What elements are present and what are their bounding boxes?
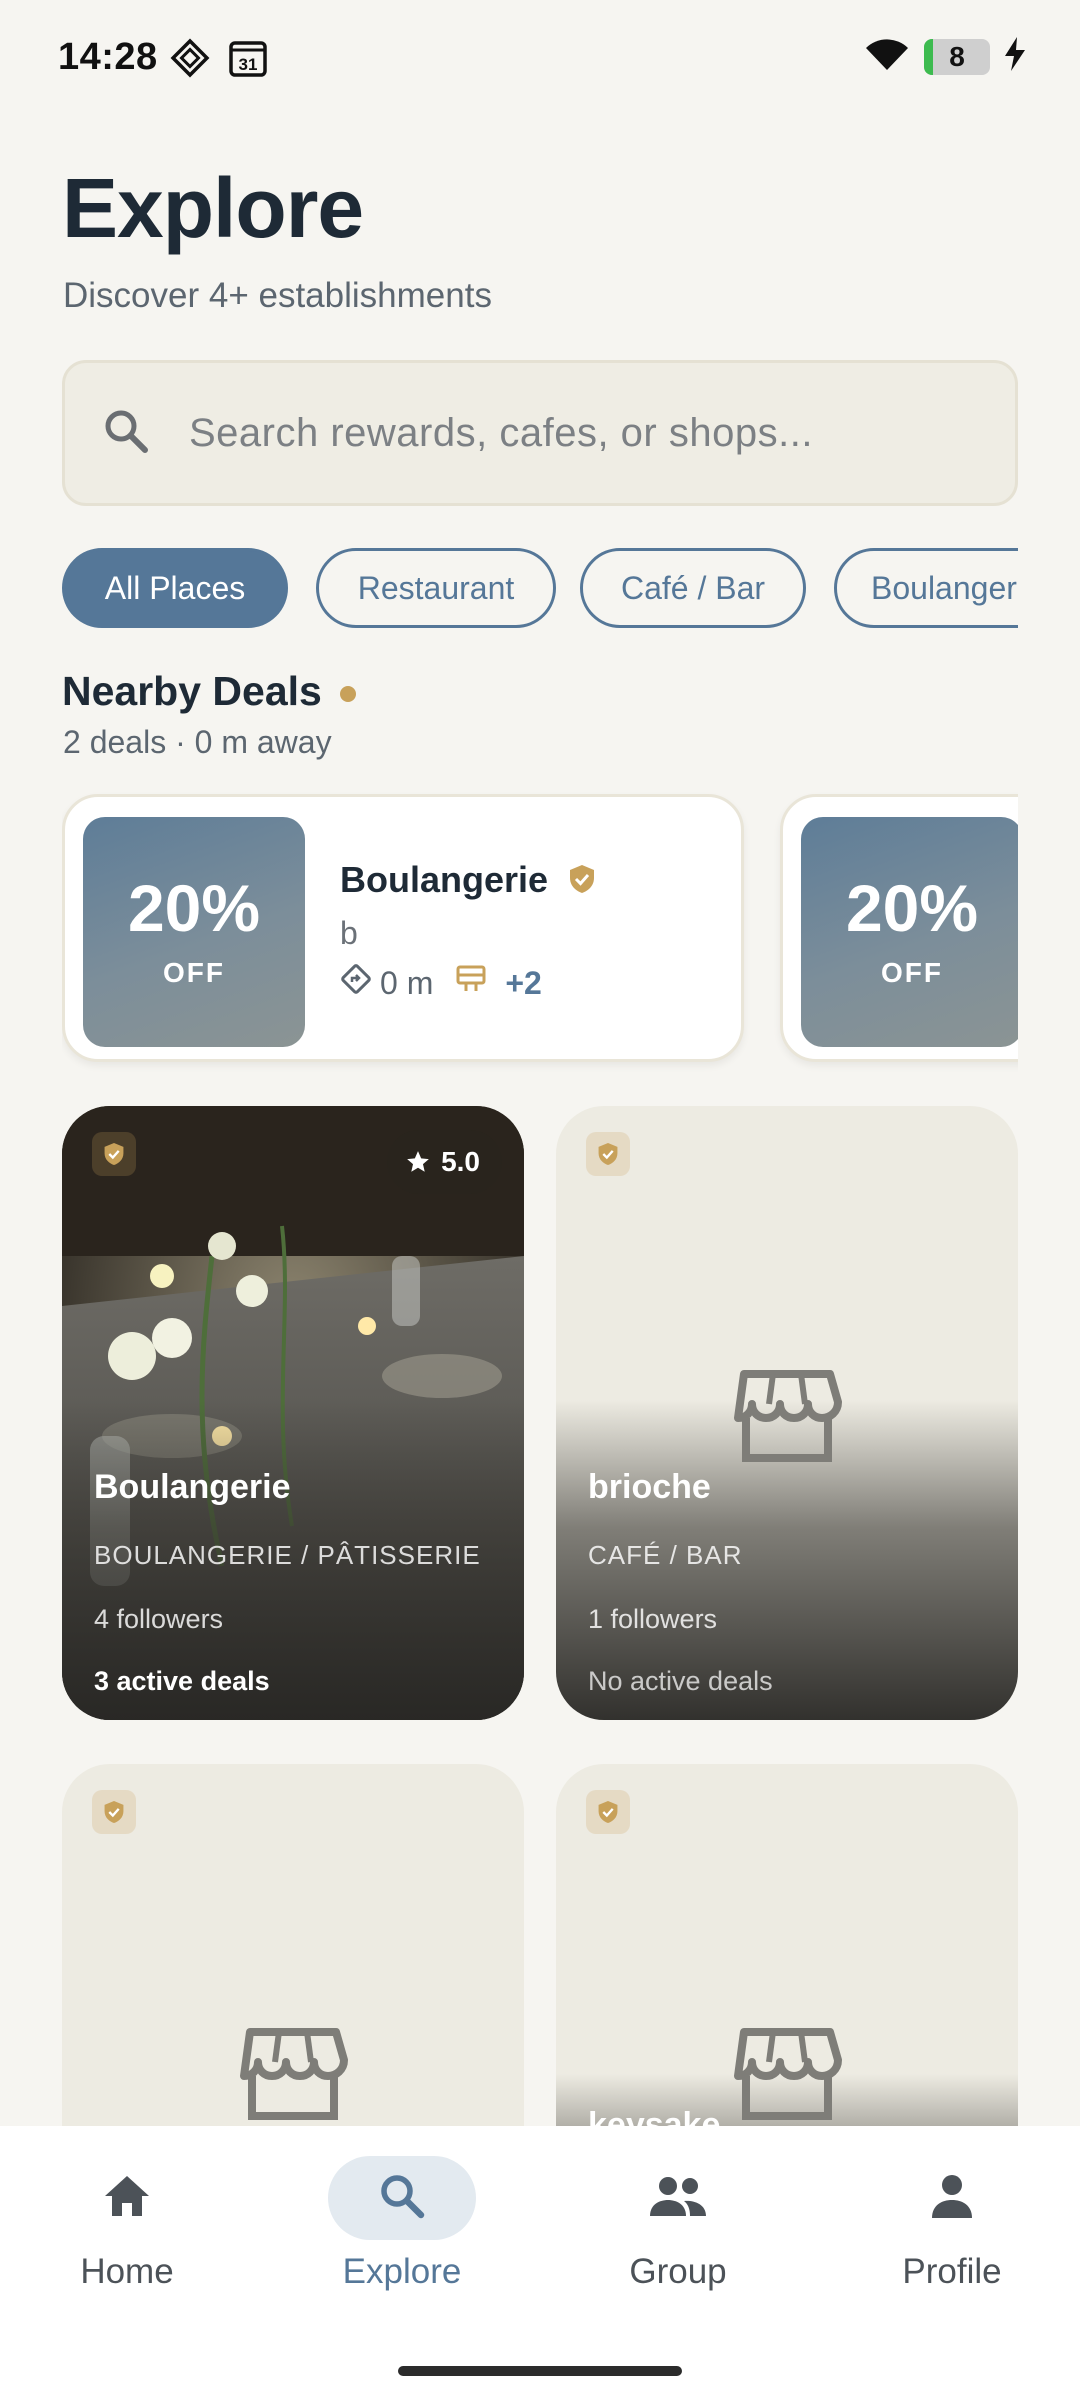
verified-icon — [586, 1132, 630, 1176]
verified-icon — [586, 1790, 630, 1834]
star-icon — [407, 1151, 429, 1172]
search-icon — [101, 406, 151, 461]
place-followers: 1 followers — [588, 1604, 718, 1634]
chip-all-places[interactable]: All Places — [62, 548, 288, 628]
calendar-day: 31 — [239, 55, 258, 74]
deal-card[interactable]: 20% OFF — [780, 794, 1018, 1062]
place-deals: 3 active deals — [94, 1666, 270, 1696]
bottom-navigation: Home Explore Group Profile — [0, 2126, 1080, 2400]
status-bar: 14:28 31 8 — [0, 0, 1080, 115]
calendar-icon: 31 — [228, 38, 268, 83]
place-card[interactable]: brioche CAFÉ / BAR 1 followers No active… — [556, 1106, 1018, 1720]
live-dot — [340, 686, 356, 702]
page-subtitle: Discover 4+ establishments — [63, 276, 492, 315]
search-input[interactable]: Search rewards, cafes, or shops... — [62, 360, 1018, 506]
place-card[interactable]: 5.0 Boulangerie BOULANGERIE / PÂTISSERIE… — [62, 1106, 524, 1720]
battery-indicator: 8 — [924, 38, 990, 75]
chip-cafe-bar[interactable]: Café / Bar — [580, 548, 806, 628]
nfc-icon — [170, 38, 210, 83]
nearby-deals-title: Nearby Deals — [62, 668, 322, 714]
status-time: 14:28 — [58, 36, 158, 78]
nav-home[interactable]: Home — [27, 2156, 227, 2292]
nav-profile[interactable]: Profile — [852, 2156, 1052, 2292]
search-placeholder: Search rewards, cafes, or shops... — [189, 410, 813, 455]
wifi-icon — [864, 36, 910, 77]
rating-badge: 5.0 — [387, 1130, 502, 1194]
store-icon — [732, 1366, 842, 1471]
page-title: Explore — [62, 161, 364, 255]
verified-icon — [92, 1132, 136, 1176]
store-icon — [238, 2024, 348, 2129]
verified-icon — [568, 861, 596, 903]
nav-label: Group — [629, 2252, 727, 2291]
discount-badge: 20% OFF — [83, 817, 305, 1047]
place-category: BOULANGERIE / PÂTISSERIE — [94, 1540, 481, 1570]
place-name: Boulangerie — [94, 1468, 291, 1506]
home-indicator[interactable] — [398, 2366, 682, 2376]
nearby-deals-carousel[interactable]: 20% OFF Boulangerie b 0 m +2 20% OFF — [62, 792, 1018, 1072]
deal-extra-count: +2 — [505, 964, 542, 1001]
nav-label: Profile — [902, 2252, 1002, 2291]
place-name: brioche — [588, 1468, 711, 1506]
place-followers: 4 followers — [94, 1604, 224, 1634]
home-icon — [101, 2172, 153, 2225]
search-icon — [377, 2171, 427, 2226]
verified-icon — [92, 1790, 136, 1834]
ticket-icon — [455, 963, 487, 1003]
group-icon — [646, 2174, 710, 2223]
nav-group[interactable]: Group — [578, 2156, 778, 2292]
store-icon — [732, 2024, 842, 2129]
deal-card[interactable]: 20% OFF Boulangerie b 0 m +2 — [62, 794, 744, 1062]
nav-label: Home — [80, 2252, 174, 2291]
place-category: CAFÉ / BAR — [588, 1540, 743, 1570]
deal-description: b — [340, 915, 358, 951]
place-deals: No active deals — [588, 1666, 773, 1696]
charging-icon — [1004, 37, 1026, 76]
nav-explore[interactable]: Explore — [302, 2156, 502, 2292]
chip-restaurant[interactable]: Restaurant — [316, 548, 556, 628]
deal-place-name: Boulangerie — [340, 859, 596, 903]
deal-distance: 0 m — [380, 964, 434, 1001]
discount-badge: 20% OFF — [801, 817, 1018, 1047]
chip-boulangerie[interactable]: Boulangerie — [834, 548, 1018, 628]
deal-meta: 0 m +2 — [340, 963, 542, 1003]
nav-label: Explore — [342, 2252, 462, 2291]
directions-icon — [340, 963, 372, 1003]
profile-icon — [928, 2172, 976, 2225]
filter-chips: All Places Restaurant Café / Bar Boulang… — [62, 548, 1018, 628]
nearby-deals-subtitle: 2 deals · 0 m away — [63, 724, 332, 760]
